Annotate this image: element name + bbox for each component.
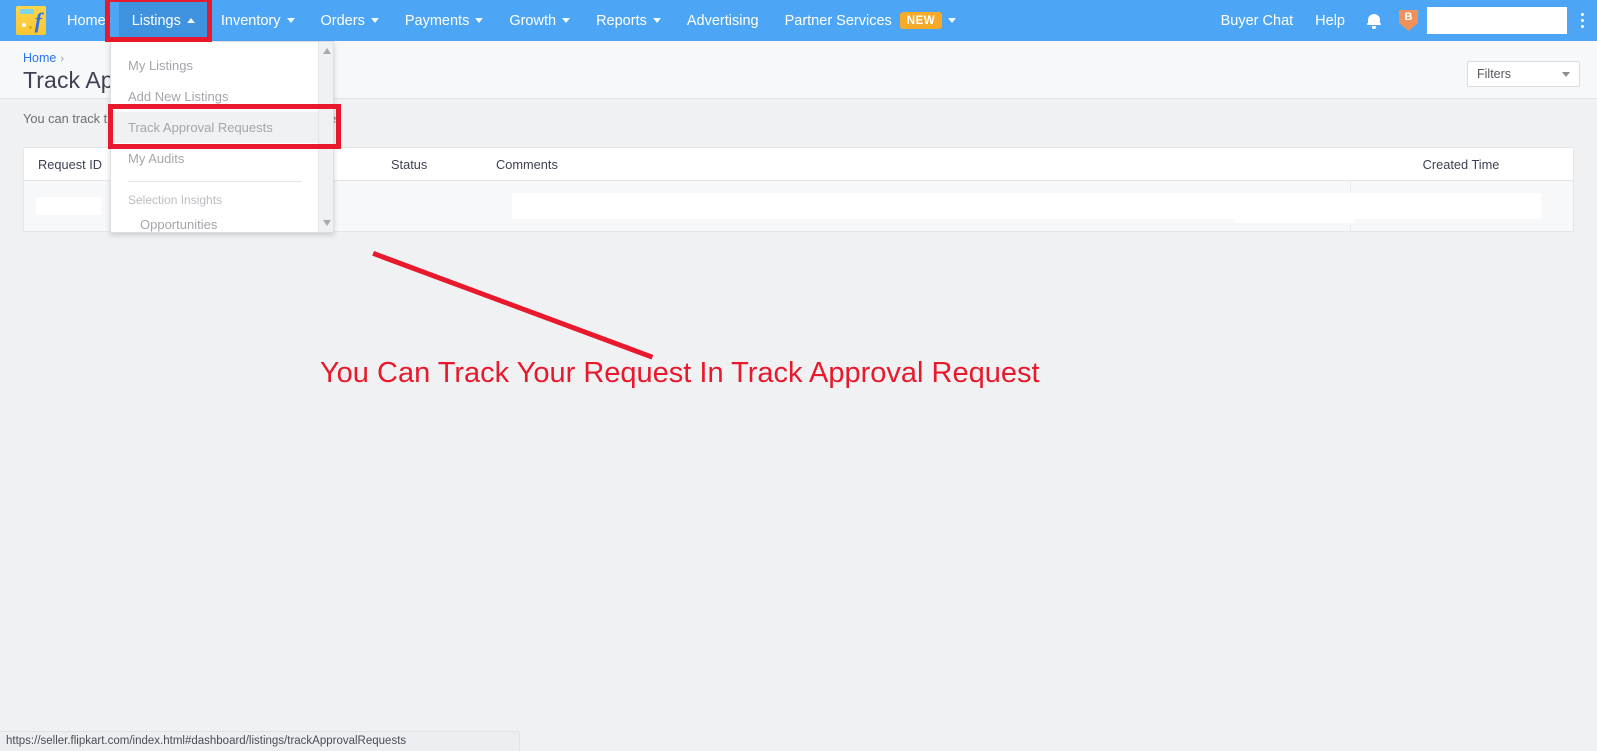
dropdown-item-add-new-listings[interactable]: Add New Listings (111, 81, 319, 112)
breadcrumb-home-link[interactable]: Home (23, 51, 56, 65)
nav-item-label: Payments (404, 12, 470, 29)
logo-f-letter: f (34, 8, 42, 33)
nav-item-listings[interactable]: Listings (118, 0, 208, 41)
notification-bell-icon (1367, 13, 1381, 29)
dropdown-item-my-listings[interactable]: My Listings (111, 50, 319, 81)
chevron-down-icon (562, 18, 571, 23)
nav-item-label: Partner Services (784, 12, 892, 29)
seller-tier-shield-icon[interactable]: B (1399, 10, 1418, 31)
column-header-created-time: Created Time (1422, 156, 1500, 172)
dropdown-section-selection-insights: Selection Insights (128, 193, 223, 207)
nav-item-label: Listings (131, 12, 181, 29)
nav-item-label: Inventory (220, 12, 281, 29)
logo-dot-amber (29, 26, 32, 29)
top-navigation-bar: f Home Listings Inventory Orders Payment… (0, 0, 1597, 41)
notification-button[interactable] (1356, 0, 1392, 41)
listings-dropdown-menu: My Listings Add New Listings Track Appro… (110, 41, 334, 233)
column-header-status: Status (391, 156, 428, 172)
new-badge: NEW (899, 12, 943, 29)
nav-item-label: Home (67, 12, 106, 29)
cell-status (377, 181, 482, 231)
chevron-up-icon (186, 18, 195, 23)
dropdown-item-label: Opportunities (140, 217, 218, 232)
nav-item-label: Orders (320, 12, 365, 29)
chevron-down-icon (948, 18, 957, 23)
flipkart-logo[interactable]: f (8, 0, 54, 41)
filters-label: Filters (1477, 67, 1512, 81)
nav-right-group: Buyer Chat Help B (1210, 0, 1597, 41)
vertical-dots-menu-icon[interactable] (1571, 0, 1593, 41)
logo-dot-white (22, 23, 26, 27)
dropdown-item-opportunities[interactable]: Opportunities (111, 211, 319, 238)
nav-item-help[interactable]: Help (1304, 0, 1356, 41)
nav-item-buyer-chat[interactable]: Buyer Chat (1210, 0, 1305, 41)
logo-flap (20, 9, 34, 14)
nav-item-orders[interactable]: Orders (308, 0, 392, 41)
nav-item-home[interactable]: Home (54, 0, 119, 41)
breadcrumb[interactable]: Home › (23, 51, 64, 65)
dropdown-item-label: My Audits (128, 151, 185, 166)
nav-item-label: Help (1315, 12, 1345, 29)
chevron-down-icon (475, 18, 484, 23)
cell-created-time (1234, 181, 1572, 231)
column-header-comments: Comments (496, 156, 558, 172)
filters-dropdown-button[interactable]: Filters (1467, 61, 1580, 87)
dropdown-divider (128, 181, 302, 182)
dropdown-item-label: My Listings (128, 58, 194, 73)
dropdown-items: My Listings Add New Listings Track Appro… (111, 42, 319, 232)
nav-item-label: Advertising (686, 12, 759, 29)
scroll-down-arrow-icon[interactable] (322, 220, 331, 226)
chevron-down-icon (370, 18, 379, 23)
nav-item-label: Buyer Chat (1220, 12, 1294, 29)
chevron-down-icon (652, 18, 661, 23)
page-root: f Home Listings Inventory Orders Payment… (0, 0, 1597, 751)
nav-item-growth[interactable]: Growth (496, 0, 583, 41)
chevron-down-icon (286, 18, 295, 23)
flipkart-bag-icon: f (16, 6, 46, 35)
cell-comments (482, 181, 1497, 231)
dropdown-item-label: Track Approval Requests (128, 120, 273, 135)
nav-items-list: Home Listings Inventory Orders Payments … (54, 0, 969, 41)
nav-item-reports[interactable]: Reports (583, 0, 674, 41)
nav-item-label: Reports (596, 12, 647, 29)
annotation-text: You Can Track Your Request In Track Appr… (320, 357, 1040, 389)
redacted-value (1234, 209, 1354, 223)
browser-status-bar-url: https://seller.flipkart.com/index.html#d… (0, 731, 520, 751)
dropdown-item-label: Add New Listings (128, 89, 229, 104)
chevron-down-icon (1562, 71, 1570, 77)
redacted-value (36, 197, 101, 215)
scroll-up-arrow-icon[interactable] (322, 48, 331, 54)
nav-item-inventory[interactable]: Inventory (208, 0, 308, 41)
nav-item-partner-services[interactable]: Partner Services NEW (772, 0, 970, 41)
dropdown-item-track-approval-requests[interactable]: Track Approval Requests (111, 112, 319, 143)
nav-item-label: Growth (509, 12, 557, 29)
dropdown-item-my-audits[interactable]: My Audits (111, 143, 319, 174)
breadcrumb-separator: › (60, 53, 65, 65)
nav-item-advertising[interactable]: Advertising (674, 0, 772, 41)
annotation-pointer-line (372, 251, 654, 360)
nav-item-payments[interactable]: Payments (392, 0, 496, 41)
dropdown-scrollbar[interactable] (318, 42, 333, 232)
user-account-name-redacted[interactable] (1427, 7, 1567, 34)
